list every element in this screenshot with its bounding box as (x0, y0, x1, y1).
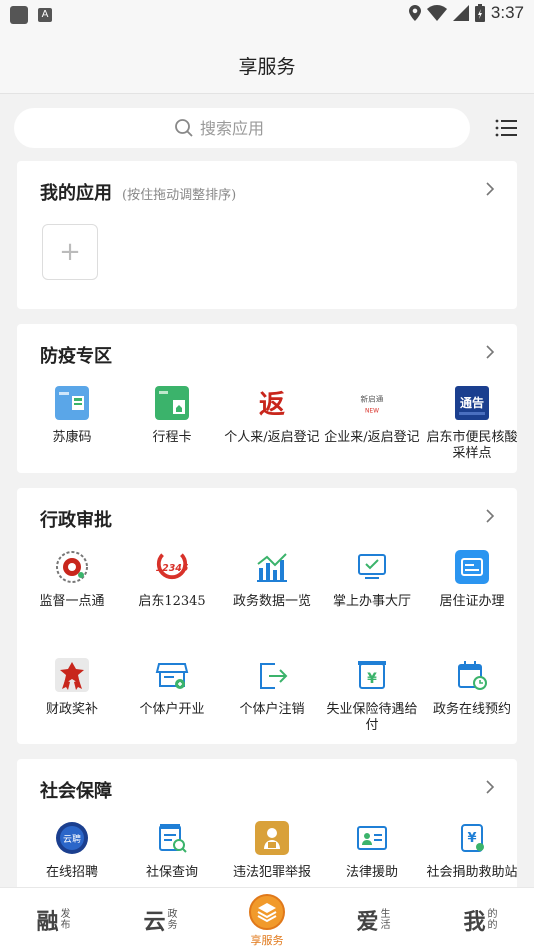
signal-icon (452, 5, 469, 21)
app-hotline-12345[interactable]: 12345 启东12345 (122, 550, 222, 610)
svg-text:NEW: NEW (365, 407, 379, 414)
admin-title: 行政审批 (40, 510, 112, 531)
app-online-recruit[interactable]: 云聘 在线招聘 (22, 821, 122, 881)
logout-icon (255, 658, 289, 692)
finance-award-icon (55, 658, 89, 692)
residence-permit-icon (455, 550, 489, 584)
page-title: 享服务 (238, 56, 296, 78)
my-apps-card: 我的应用 (按住拖动调整排序) + (17, 161, 517, 309)
app-online-hall[interactable]: 掌上办事大厅 (322, 550, 422, 610)
nav-tab-services[interactable]: 享服务 (238, 894, 296, 948)
add-app-button[interactable]: + (42, 224, 98, 280)
nav-tab-gov[interactable]: 云 政务 (107, 888, 214, 950)
app-travel-card[interactable]: 行程卡 (122, 386, 222, 462)
online-hall-icon (355, 550, 389, 584)
app-unemployment[interactable]: ¥ 失业保险待遇给付 (322, 658, 422, 734)
enterprise-return-icon: 新启通 NEW (355, 386, 389, 420)
sukang-code-icon (55, 386, 89, 420)
hotline-12345-icon: 12345 (155, 550, 189, 584)
notice-icon: 通告 (455, 386, 489, 420)
unemployment-icon: ¥ (355, 658, 389, 692)
shop-open-icon (155, 658, 189, 692)
app-legal-aid[interactable]: 法律援助 (322, 821, 422, 881)
app-enterprise-return[interactable]: 新启通 NEW 企业来/返启登记 (322, 386, 422, 462)
data-chart-icon (255, 550, 289, 584)
chevron-right-icon[interactable] (483, 508, 497, 524)
recruit-icon: 云聘 (55, 821, 89, 855)
title-bar: 享服务 (0, 28, 534, 94)
nav-tab-release[interactable]: 融 发布 (0, 888, 107, 950)
app-supervision[interactable]: 监督一点通 (22, 550, 122, 610)
personal-return-icon: 返 (255, 386, 289, 420)
keyboard-notification-icon: A (38, 8, 52, 22)
app-shop-open[interactable]: 个体户开业 (122, 658, 222, 734)
bottom-navigation: 融 发布 云 政务 享服务 爱 生活 我 的的 (0, 887, 534, 950)
app-gov-data[interactable]: 政务数据一览 (222, 550, 322, 610)
svg-text:云聘: 云聘 (63, 833, 81, 845)
svg-text:通告: 通告 (460, 395, 484, 410)
app-online-appointment[interactable]: 政务在线预约 (422, 658, 522, 734)
donation-icon: ¥ (455, 821, 489, 855)
chevron-right-icon[interactable] (483, 181, 497, 197)
app-residence-permit[interactable]: 居住证办理 (422, 550, 522, 610)
search-input[interactable] (200, 118, 310, 138)
my-apps-title: 我的应用 (40, 183, 112, 204)
svg-text:返: 返 (259, 390, 285, 420)
legal-aid-icon (355, 821, 389, 855)
social-title: 社会保障 (40, 781, 112, 802)
clock: 3:37 (490, 3, 524, 22)
list-menu-icon[interactable] (494, 116, 518, 140)
wifi-icon (426, 5, 447, 21)
chevron-right-icon[interactable] (483, 779, 497, 795)
admin-approval-card: 行政审批 监督一点通 12345 启东12345 政务数据一览 掌上办事大厅 居… (17, 488, 517, 744)
travel-card-icon (155, 386, 189, 420)
supervision-icon (55, 550, 89, 584)
app-finance-award[interactable]: 财政奖补 (22, 658, 122, 734)
svg-text:12345: 12345 (156, 563, 189, 574)
app-notification-icon (10, 6, 28, 24)
chevron-right-icon[interactable] (483, 344, 497, 360)
svg-text:¥: ¥ (367, 671, 377, 687)
app-donation-station[interactable]: ¥ 社会捐助救助站 (422, 821, 522, 881)
search-icon (175, 119, 193, 137)
app-notice[interactable]: 通告 启东市便民核酸采样点 (422, 386, 522, 462)
svg-text:新启通: 新启通 (361, 393, 384, 403)
search-bar[interactable] (14, 108, 470, 148)
svg-text:¥: ¥ (467, 831, 476, 846)
app-personal-return[interactable]: 返 个人来/返启登记 (222, 386, 322, 462)
nav-tab-mine[interactable]: 我 的的 (427, 888, 534, 950)
status-bar: A 3:37 (0, 0, 534, 28)
services-icon (249, 894, 285, 930)
social-security-query-icon (155, 821, 189, 855)
nav-tab-life[interactable]: 爱 生活 (320, 888, 427, 950)
app-sukang-code[interactable]: 苏康码 (22, 386, 122, 462)
app-social-security-query[interactable]: 社保查询 (122, 821, 222, 881)
app-shop-logout[interactable]: 个体户注销 (222, 658, 322, 734)
epidemic-card: 防疫专区 苏康码 行程卡 返 个人来/返启登记 新启通NEW 企业来/返启登记 (17, 324, 518, 473)
calendar-icon (455, 658, 489, 692)
my-apps-hint: (按住拖动调整排序) (122, 188, 237, 203)
app-crime-report[interactable]: 违法犯罪举报 (222, 821, 322, 881)
location-icon (408, 5, 421, 21)
epidemic-title: 防疫专区 (40, 346, 112, 367)
social-security-card: 社会保障 云聘 在线招聘 社保查询 违法犯罪举报 法律援助 ¥ 社会捐助救助站 (17, 759, 518, 899)
battery-icon (474, 4, 485, 22)
report-icon (255, 821, 289, 855)
